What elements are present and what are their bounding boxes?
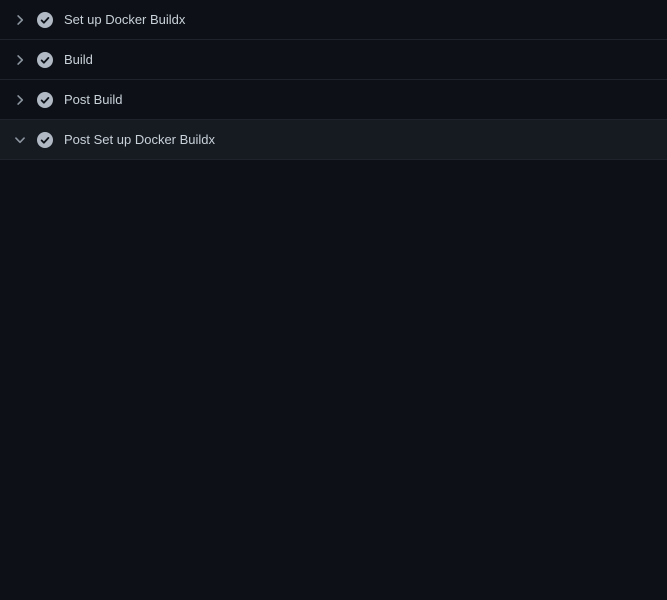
check-circle-icon xyxy=(37,52,53,68)
chevron-right-icon xyxy=(12,12,28,28)
log-line: 9 time="2021-04-23T18:02:37Z" level=warn… xyxy=(0,349,667,369)
step-label: Post Build xyxy=(64,92,651,107)
log-line: 14 time="2021-04-23T18:02:38Z" level=deb… xyxy=(0,449,667,469)
check-circle-icon xyxy=(37,132,53,148)
log-line: 15 time="2021-04-23T18:02:38Z" level=deb… xyxy=(0,469,667,489)
step-section: Build xyxy=(0,40,667,80)
log-line: 3 /usr/bin/docker logs buildx_buildkit_b… xyxy=(0,209,667,229)
log-viewer: 1 Post job cleanup. 2 ▼BuildKit containe… xyxy=(0,160,667,600)
step-header[interactable]: Post Build xyxy=(0,80,667,120)
log-line: 17 time="2021-04-23T18:02:38Z" level=deb… xyxy=(0,509,667,529)
log-line: 12 time="2021-04-23T18:02:38Z" level=deb… xyxy=(0,409,667,429)
step-header[interactable]: Post Set up Docker Buildx xyxy=(0,120,667,160)
log-line: 4 time="2021-04-23T18:02:37Z" level=info… xyxy=(0,229,667,249)
chevron-right-icon xyxy=(12,92,28,108)
log-line: application/vnd.oci.image.index.v1+json,… xyxy=(0,569,667,589)
step-label: Build xyxy=(64,52,651,67)
log-line: 5 time="2021-04-23T18:02:37Z" level=warn… xyxy=(0,249,667,269)
chevron-down-icon xyxy=(12,132,28,148)
log-line: 6 time="2021-04-23T18:02:37Z" level=info… xyxy=(0,269,667,289)
log-line: 19 time="2021-04-23T18:02:38Z" level=deb… xyxy=(0,549,667,569)
step-section: Post Build xyxy=(0,80,667,120)
log-line: 13 time="2021-04-23T18:02:38Z" level=deb… xyxy=(0,429,667,449)
log-line: 2 ▼BuildKit container logs xyxy=(0,189,667,209)
step-section: Set up Docker Buildx xyxy=(0,0,667,40)
log-line: 1 Post job cleanup. xyxy=(0,169,667,189)
log-line: 11 time="2021-04-23T18:02:38Z" level=deb… xyxy=(0,389,667,409)
log-line: 10 time="2021-04-23T18:02:37Z" level=inf… xyxy=(0,369,667,389)
step-header[interactable]: Set up Docker Buildx xyxy=(0,0,667,40)
check-circle-icon xyxy=(37,12,53,28)
check-circle-icon xyxy=(37,92,53,108)
chevron-right-icon xyxy=(12,52,28,68)
step-label: Post Set up Docker Buildx xyxy=(64,132,651,147)
step-label: Set up Docker Buildx xyxy=(64,12,651,27)
log-line: 20 time="2021-04-23T18:02:38Z" level=deb… xyxy=(0,589,667,600)
log-line: 18 time="2021-04-23T18:02:38Z" level=deb… xyxy=(0,529,667,549)
log-line: 16 time="2021-04-23T18:02:38Z" level=deb… xyxy=(0,489,667,509)
log-line: 8 time="2021-04-23T18:02:37Z" level=info… xyxy=(0,329,667,349)
steps-list: Set up Docker Buildx Build xyxy=(0,0,667,160)
step-section: Post Set up Docker Buildx xyxy=(0,120,667,160)
log-line: linux/riscv64 linux/ppc64le linux/s390x … xyxy=(0,289,667,309)
step-header[interactable]: Build xyxy=(0,40,667,80)
log-line: 7 time="2021-04-23T18:02:37Z" level=warn… xyxy=(0,309,667,329)
